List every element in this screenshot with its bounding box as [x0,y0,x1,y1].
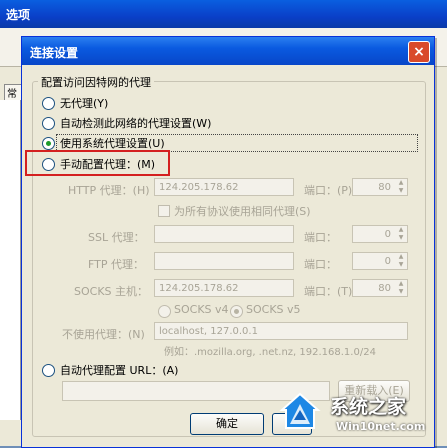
label-system-proxy: 使用系统代理设置(U) [60,137,165,150]
label-ssl-proxy: SSL 代理： [88,231,145,244]
radio-auto-detect[interactable] [42,117,55,130]
http-proxy-field[interactable]: 124.205.178.62 [154,178,294,196]
label-ftp-port: 端口： [304,258,337,271]
label-socks-host: SOCKS 主机： [74,285,149,298]
label-manual-proxy: 手动配置代理：(M) [60,158,156,171]
label-http-proxy: HTTP 代理：(H) [68,184,150,197]
background-window-title: 选项 [6,8,31,22]
label-auto-detect: 自动检测此网络的代理设置(W) [60,117,212,130]
house-logo-icon [279,392,321,429]
same-proxy-checkbox[interactable] [158,205,170,217]
watermark-brand: 系统之家 [330,396,407,418]
label-http-port: 端口：(P) [304,184,353,197]
radio-auto-proxy-url[interactable] [42,364,55,377]
label-ssl-port: 端口： [304,231,337,244]
label-socks-port: 端口：(T) [304,285,353,298]
radio-system-proxy[interactable] [42,137,55,150]
socks-host-field[interactable]: 124.205.178.62 [154,279,294,297]
socks-port-spinner[interactable]: ▲ ▼ [396,280,406,296]
close-icon[interactable]: × [408,41,430,63]
ssl-port-spinner[interactable]: ▲ ▼ [396,226,406,242]
radio-selected-dot [234,309,239,314]
radio-no-proxy[interactable] [42,97,55,110]
no-proxy-for-field[interactable]: localhost, 127.0.0.1 [154,322,408,340]
background-title-bar: 选项 [0,0,447,28]
radio-socks-v4[interactable] [158,305,171,318]
watermark: 系统之家 Win10net.com [278,386,447,446]
ftp-proxy-field[interactable] [154,252,294,270]
http-port-spinner[interactable]: ▲ ▼ [396,179,406,195]
background-panel [0,100,21,420]
ssl-proxy-field[interactable] [154,225,294,243]
label-auto-proxy-url: 自动代理配置 URL：(A) [60,364,179,377]
no-proxy-example: 例如：.mozilla.org, .net.nz, 192.168.1.0/24 [164,347,376,358]
label-socks-v4: SOCKS v4 [174,303,229,316]
label-same-proxy: 为所有协议使用相同代理(S) [174,205,311,218]
ok-button[interactable]: 确定 [190,413,264,435]
dialog-title: 连接设置 [30,46,79,60]
radio-manual-proxy[interactable] [42,158,55,171]
dialog-title-bar[interactable]: 连接设置 × [22,37,434,65]
ftp-port-spinner[interactable]: ▲ ▼ [396,253,406,269]
label-no-proxy: 无代理(Y) [60,97,109,110]
label-no-proxy-for: 不使用代理：(N) [62,328,145,341]
label-socks-v5: SOCKS v5 [246,303,301,316]
proxy-group-label: 配置访问因特网的代理 [38,74,154,90]
label-ftp-proxy: FTP 代理： [88,258,144,271]
watermark-url: Win10net.com [336,420,426,433]
radio-selected-dot [46,141,51,146]
radio-socks-v5[interactable] [230,305,243,318]
